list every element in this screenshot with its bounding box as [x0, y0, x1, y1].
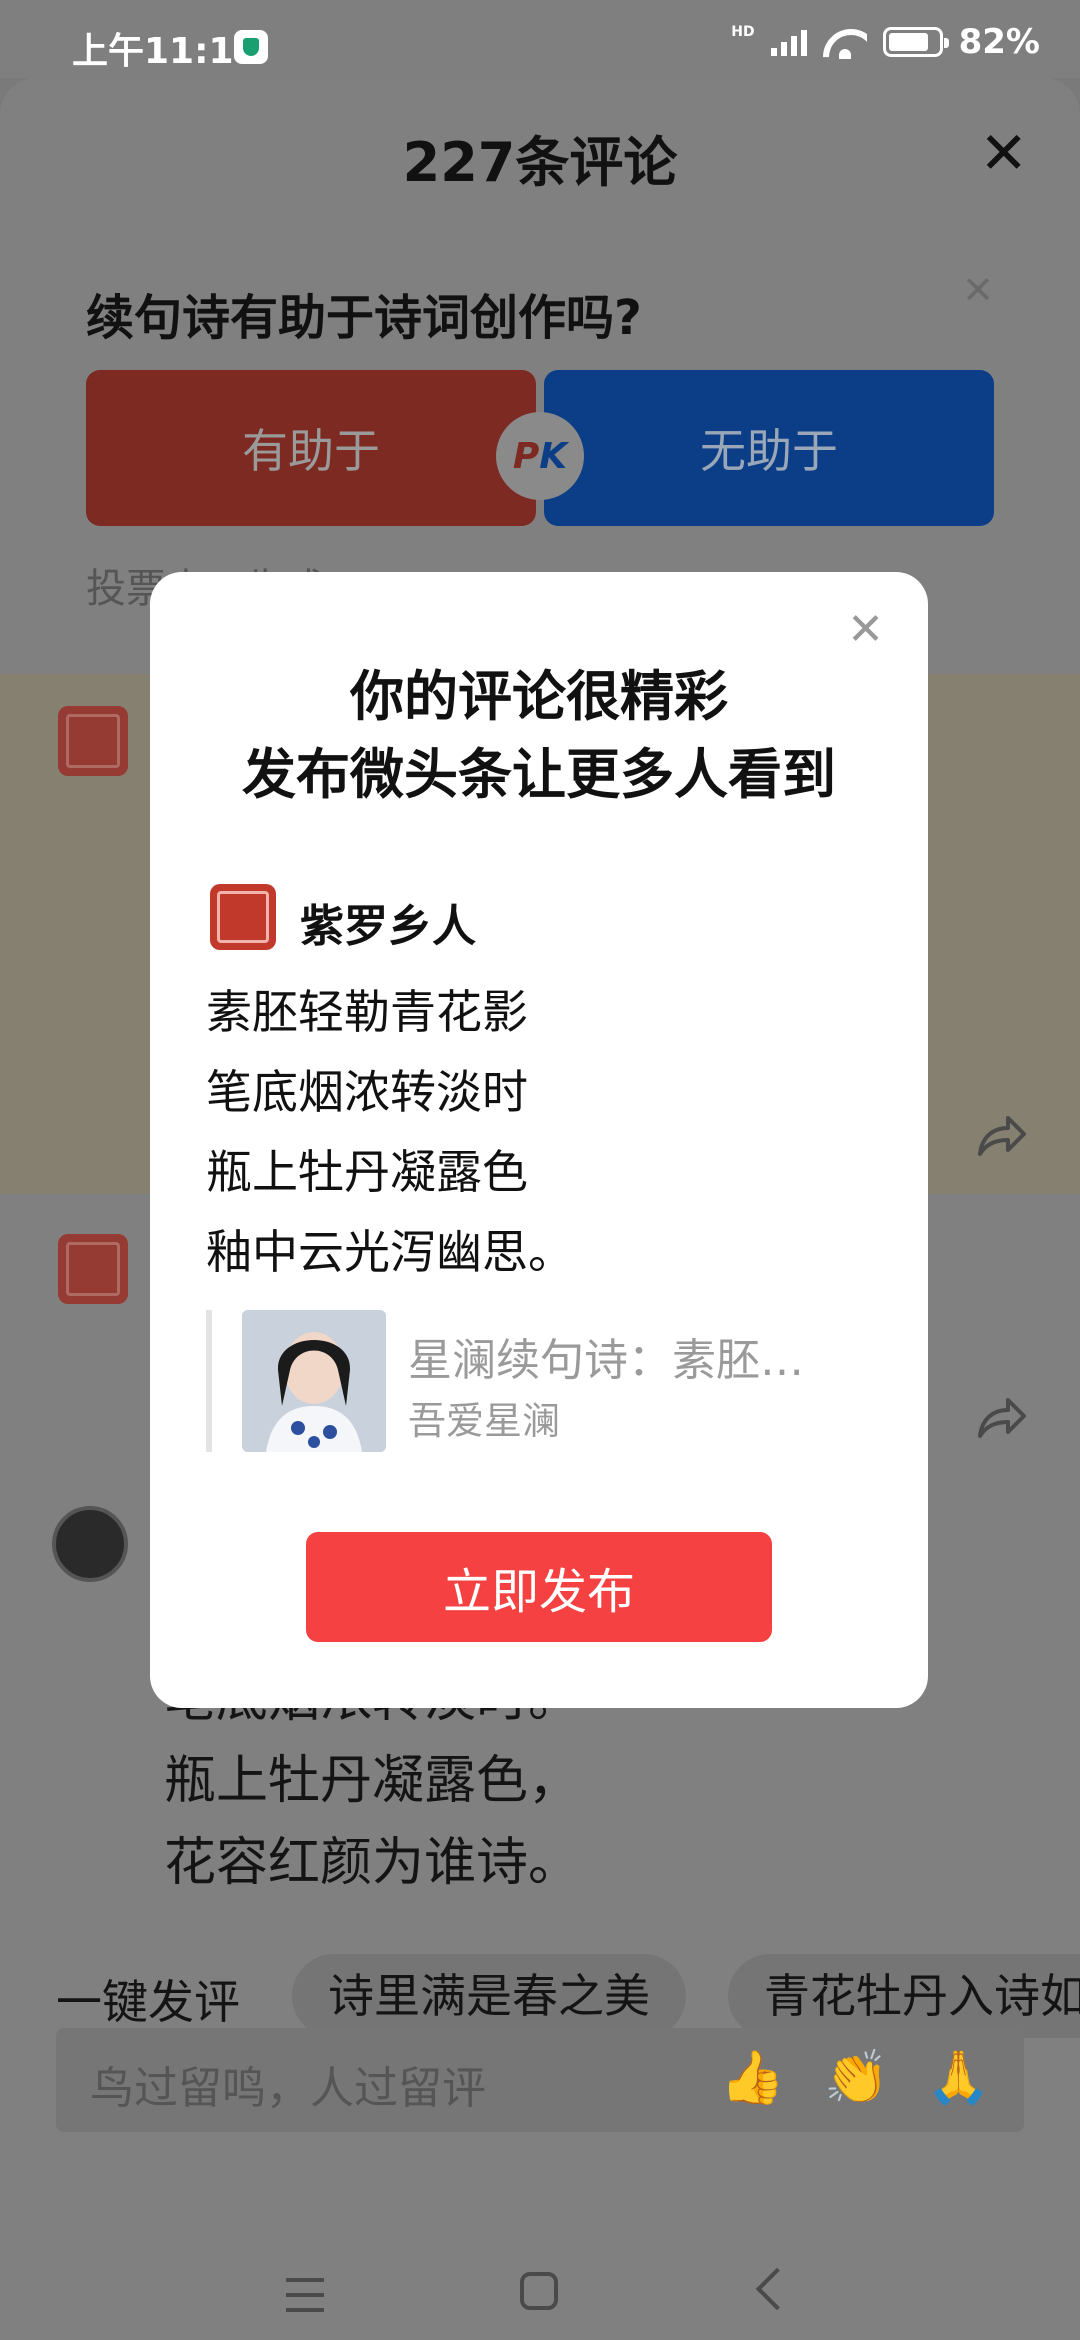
quoted-post: 星澜续句诗：素胚… 吾爱星澜: [206, 1310, 866, 1452]
close-icon[interactable]: ✕: [979, 124, 1028, 182]
comment-input[interactable]: 鸟过留鸣，人过留评 👍 👏 🙏: [56, 2028, 1024, 2132]
signal-icon: [770, 28, 807, 56]
thumbs-up-icon[interactable]: 👍: [720, 2048, 785, 2108]
status-time: 上午11:11: [72, 31, 259, 72]
wifi-icon: [823, 25, 867, 59]
status-icons: HD 82%: [731, 22, 1040, 62]
pray-icon[interactable]: 🙏: [926, 2048, 991, 2108]
status-bar: 上午11:11 HD 82%: [0, 0, 1080, 78]
back-icon[interactable]: [755, 2267, 799, 2311]
clap-icon[interactable]: 👏: [824, 2048, 889, 2108]
poem-line: 素胚轻勒青花影: [206, 985, 528, 1039]
dialog-title-line2: 发布微头条让更多人看到: [242, 743, 836, 806]
pk-k-letter: K: [539, 435, 568, 477]
quick-comment-chip[interactable]: 诗里满是春之美: [292, 1954, 686, 2038]
poll-no-button[interactable]: 无助于: [544, 370, 994, 526]
comment-input-placeholder: 鸟过留鸣，人过留评: [90, 2063, 486, 2114]
publish-dialog: ✕ 你的评论很精彩 发布微头条让更多人看到 紫罗乡人 素胚轻勒青花影 笔底烟浓转…: [150, 572, 928, 1708]
battery-percent: 82%: [958, 22, 1040, 62]
quick-comment-chip[interactable]: 青花牡丹入诗如: [728, 1954, 1080, 2038]
share-icon[interactable]: [972, 1392, 1028, 1442]
quick-comment-label: 一键发评: [56, 1975, 240, 2029]
avatar[interactable]: [52, 1506, 128, 1582]
comment-poem: 素胚轻勒青花影 笔底烟浓转淡时 瓶上牡丹凝露色 釉中云光泻幽思。: [206, 972, 574, 1292]
comment-line: 瓶上牡丹凝露色，: [164, 1751, 581, 1811]
avatar[interactable]: [58, 706, 128, 776]
comments-title: 227条评论: [402, 131, 678, 194]
quoted-post-author: 吾爱星澜: [408, 1399, 561, 1443]
poem-line: 瓶上牡丹凝露色: [206, 1145, 528, 1199]
nav-bar: [0, 2248, 1080, 2340]
publish-button[interactable]: 立即发布: [306, 1532, 772, 1642]
comment-line: 花容红颜为谁诗。: [164, 1833, 581, 1893]
quoted-post-title: 星澜续句诗：素胚…: [408, 1335, 804, 1386]
user-avatar: [210, 884, 276, 950]
pk-badge: PK: [496, 412, 584, 500]
avatar[interactable]: [58, 1234, 128, 1304]
share-icon[interactable]: [972, 1110, 1028, 1160]
poll-close-icon[interactable]: ✕: [962, 268, 994, 312]
poem-line: 笔底烟浓转淡时: [206, 1065, 528, 1119]
dialog-close-icon[interactable]: ✕: [847, 608, 884, 652]
hd-label: HD: [731, 24, 755, 40]
username: 紫罗乡人: [300, 901, 476, 952]
menu-icon[interactable]: [286, 2278, 324, 2312]
battery-icon: [882, 27, 949, 57]
home-icon[interactable]: [520, 2272, 558, 2310]
poll-yes-button[interactable]: 有助于: [86, 370, 536, 526]
poll-question: 续句诗有助于诗词创作吗?: [86, 290, 642, 346]
shield-icon: [234, 30, 268, 64]
post-thumbnail: [242, 1310, 386, 1452]
dialog-title: 你的评论很精彩 发布微头条让更多人看到: [150, 658, 928, 814]
dialog-title-line1: 你的评论很精彩: [350, 665, 728, 728]
pk-p-letter: P: [512, 435, 540, 477]
poem-line: 釉中云光泻幽思。: [206, 1225, 574, 1279]
